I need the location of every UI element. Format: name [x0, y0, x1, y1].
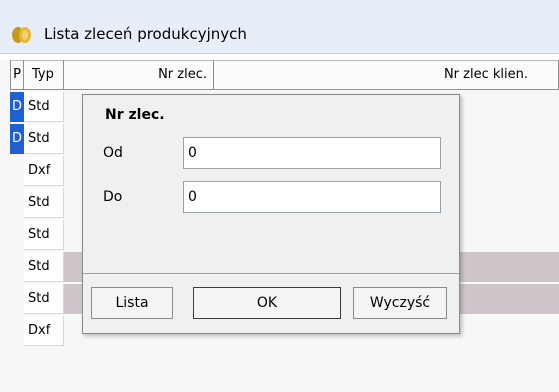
row-typ-cell: Dxf — [24, 316, 64, 346]
column-header-typ[interactable]: Typ — [24, 60, 64, 90]
row-p-cell — [10, 284, 24, 314]
row-typ-cell: Std — [24, 284, 64, 314]
row-p-cell — [10, 156, 24, 186]
row-typ-cell: Std — [24, 220, 64, 250]
od-label: Od — [103, 145, 123, 161]
row-typ-cell: Std — [24, 124, 64, 154]
lista-button[interactable]: Lista — [91, 287, 173, 319]
row-p-cell — [10, 188, 24, 218]
row-p-cell: D — [10, 124, 24, 154]
column-header-nr-zlec[interactable]: Nr zlec. — [64, 60, 214, 90]
row-typ-cell: Std — [24, 92, 64, 122]
row-p-cell — [10, 252, 24, 282]
column-header-nr-zlec-klien[interactable]: Nr zlec klien. — [214, 60, 559, 90]
coins-icon — [10, 26, 34, 44]
row-p-cell — [10, 316, 24, 346]
row-p-cell — [10, 220, 24, 250]
row-typ-cell: Dxf — [24, 156, 64, 186]
dialog-title: Nr zlec. — [105, 107, 165, 123]
window-title: Lista zleceń produkcyjnych — [44, 25, 247, 43]
column-header-p[interactable]: P — [10, 60, 24, 90]
row-p-cell: D — [10, 92, 24, 122]
ok-button[interactable]: OK — [193, 287, 341, 319]
row-typ-cell: Std — [24, 188, 64, 218]
dialog-divider — [83, 273, 459, 274]
window-titlebar: Lista zleceń produkcyjnych — [0, 0, 559, 54]
order-number-filter-dialog: Nr zlec. Od Do Lista OK Wyczyść — [82, 94, 460, 334]
row-typ-cell: Std — [24, 252, 64, 282]
clear-button[interactable]: Wyczyść — [353, 287, 447, 319]
do-input[interactable] — [183, 181, 441, 213]
do-label: Do — [103, 189, 123, 205]
od-input[interactable] — [183, 137, 441, 169]
